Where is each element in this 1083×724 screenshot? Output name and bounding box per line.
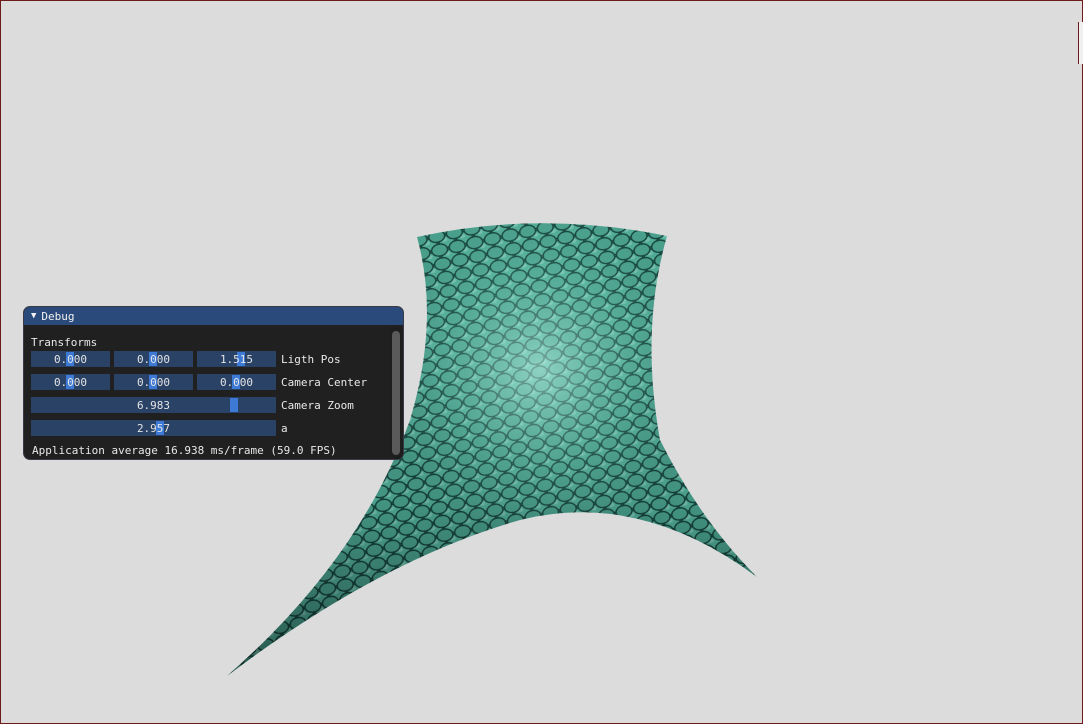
camera-zoom-slider[interactable]: 6.983: [31, 397, 276, 413]
a-row: 2.957 a: [31, 420, 288, 436]
light-pos-row: 0.000 0.000 1.515 Ligth Pos: [31, 351, 341, 367]
debug-title: Debug: [41, 309, 75, 323]
camera-center-y-field[interactable]: 0.000: [114, 374, 193, 390]
camera-center-row: 0.000 0.000 0.000 Camera Center: [31, 374, 367, 390]
camera-center-label: Camera Center: [281, 375, 368, 389]
triangle-down-icon[interactable]: ▼: [31, 311, 36, 321]
debug-scrollbar-thumb[interactable]: [392, 331, 400, 455]
a-label: a: [281, 421, 288, 435]
camera-zoom-label: Camera Zoom: [281, 398, 354, 412]
camera-center-x-field[interactable]: 0.000: [31, 374, 110, 390]
light-pos-y-field[interactable]: 0.000: [114, 351, 193, 367]
camera-zoom-grab[interactable]: [230, 398, 238, 412]
debug-window[interactable]: ▼ Debug Transforms 0.000 0.000 1.515 Lig…: [23, 306, 404, 460]
a-slider[interactable]: 2.957: [31, 420, 276, 436]
debug-title-bar[interactable]: ▼ Debug: [24, 307, 403, 325]
light-pos-label: Ligth Pos: [281, 352, 341, 366]
light-pos-z-field[interactable]: 1.515: [197, 351, 276, 367]
section-label-transforms: Transforms: [31, 335, 98, 349]
light-pos-x-field[interactable]: 0.000: [31, 351, 110, 367]
camera-center-z-field[interactable]: 0.000: [197, 374, 276, 390]
camera-zoom-row: 6.983 Camera Zoom: [31, 397, 354, 413]
fps-status-text: Application average 16.938 ms/frame (59.…: [32, 444, 337, 457]
